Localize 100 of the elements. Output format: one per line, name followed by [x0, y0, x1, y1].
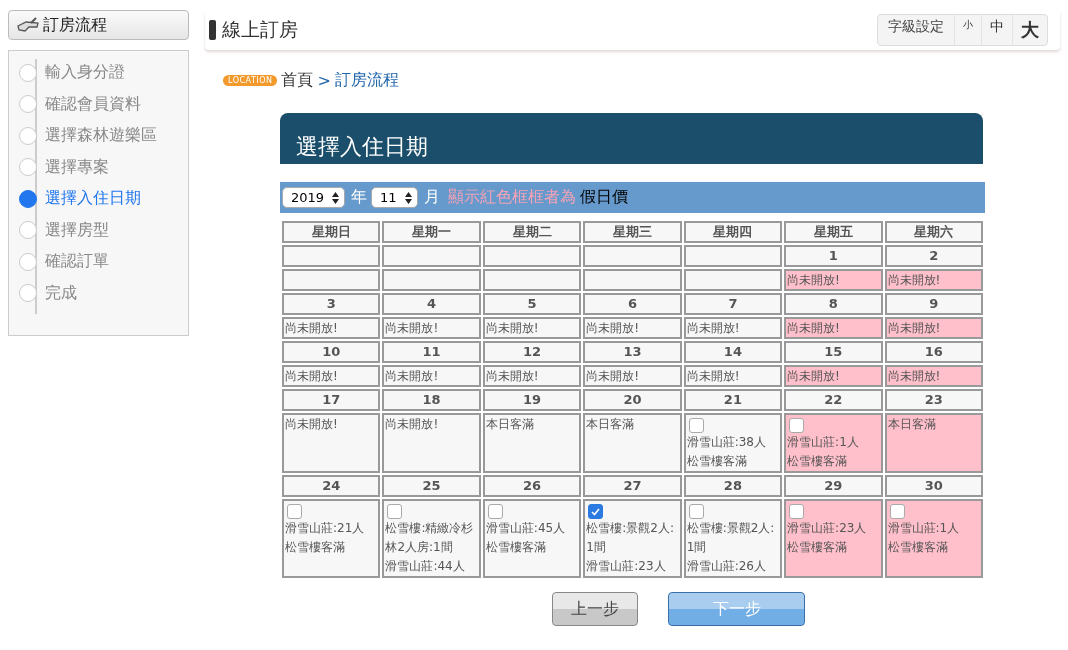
- date-checkbox[interactable]: [487, 504, 503, 519]
- date-cell: 17: [282, 389, 381, 411]
- checkmark-icon: [591, 507, 601, 516]
- availability-text: 滑雪山莊:44人: [385, 558, 466, 575]
- day-cell: 尚未開放!: [382, 413, 481, 473]
- date-cell: 26: [482, 475, 582, 497]
- date-checkbox[interactable]: [287, 504, 302, 519]
- date-cell: 19: [482, 389, 582, 411]
- day-cell: 尚未開放!: [282, 317, 381, 339]
- breadcrumb-separator: >: [317, 71, 331, 90]
- date-cell: 15: [784, 341, 883, 363]
- day-cell: 本日客滿: [884, 413, 983, 473]
- day-cell: 本日客滿: [482, 413, 582, 473]
- step-link[interactable]: 確認訂單: [45, 251, 109, 273]
- month-select[interactable]: 11: [371, 187, 418, 208]
- date-checkbox[interactable]: [789, 418, 805, 433]
- breadcrumb-link[interactable]: 首頁: [281, 70, 314, 91]
- panel-title: 選擇入住日期: [280, 113, 983, 164]
- date-cell: 9: [884, 293, 983, 315]
- step-link[interactable]: 選擇專案: [45, 156, 109, 178]
- step-link[interactable]: 選擇森林遊樂區: [45, 125, 157, 147]
- month-label: 月: [423, 187, 440, 208]
- availability-text: 滑雪山莊:38人: [686, 434, 767, 451]
- availability-text: 松雪樓:景觀2人:1間: [686, 520, 776, 556]
- date-cell: 29: [784, 475, 883, 497]
- sidebar-title: 訂房流程: [43, 14, 107, 36]
- date-cell: 1: [784, 245, 883, 267]
- date-cell: 28: [683, 475, 783, 497]
- page-title: 線上訂房: [222, 17, 298, 42]
- date-cell: 6: [583, 293, 682, 315]
- date-cell: 16: [884, 341, 983, 363]
- date-checkbox[interactable]: [588, 504, 604, 519]
- breadcrumb-link[interactable]: 訂房流程: [334, 70, 399, 91]
- year-select[interactable]: 2019: [282, 187, 346, 208]
- year-label: 年: [351, 187, 368, 208]
- day-cell: 尚未開放!: [583, 365, 682, 387]
- weekday-header: 星期三: [583, 221, 682, 243]
- weekday-header: 星期四: [683, 221, 783, 243]
- location-badge: LOCATION: [223, 75, 278, 86]
- date-checkbox[interactable]: [889, 504, 905, 519]
- date-checkbox[interactable]: [688, 418, 704, 433]
- date-cell: 12: [482, 341, 582, 363]
- step-link[interactable]: 選擇房型: [45, 219, 109, 241]
- weekday-header: 星期六: [884, 221, 983, 243]
- title-bar-icon: [209, 20, 216, 40]
- date-cell: 25: [382, 475, 481, 497]
- date-cell: 14: [683, 341, 783, 363]
- step-link[interactable]: 選擇入住日期: [45, 188, 141, 210]
- date-cell: 3: [282, 293, 381, 315]
- date-cell: 21: [683, 389, 783, 411]
- date-cell: 13: [583, 341, 682, 363]
- day-cell: 尚未開放!: [784, 365, 883, 387]
- step-link[interactable]: 輸入身分證: [45, 62, 125, 84]
- availability-text: 松雪樓客滿: [285, 539, 346, 556]
- date-cell: 5: [482, 293, 582, 315]
- availability-text: 松雪樓客滿: [485, 539, 547, 556]
- day-cell: 尚未開放!: [784, 317, 883, 339]
- date-cell: 11: [382, 341, 481, 363]
- availability-text: 滑雪山莊:23人: [586, 558, 667, 575]
- step-link[interactable]: 完成: [45, 282, 77, 304]
- font-size-button[interactable]: 中: [981, 15, 1012, 45]
- day-cell: 尚未開放!: [884, 365, 983, 387]
- weekday-header: 星期日: [282, 221, 381, 243]
- date-cell: 2: [884, 245, 983, 267]
- date-cell: 22: [784, 389, 883, 411]
- font-size-button[interactable]: 大: [1012, 15, 1047, 45]
- day-cell: 本日客滿: [583, 413, 682, 473]
- availability-text: 滑雪山莊:1人: [887, 520, 961, 537]
- updown-arrows-icon: [332, 191, 340, 204]
- day-cell: 尚未開放!: [382, 365, 481, 387]
- date-cell: 20: [583, 389, 682, 411]
- day-cell: 尚未開放!: [683, 317, 783, 339]
- day-cell: 尚未開放!: [583, 317, 682, 339]
- date-cell: 18: [382, 389, 481, 411]
- date-checkbox[interactable]: [387, 504, 403, 519]
- weekday-header: 星期五: [784, 221, 883, 243]
- availability-text: 松雪樓:景觀2人:1間: [586, 520, 675, 556]
- availability-text: 松雪樓客滿: [787, 539, 849, 556]
- date-cell: 23: [884, 389, 983, 411]
- day-cell: 尚未開放!: [482, 317, 582, 339]
- date-checkbox[interactable]: [789, 504, 805, 519]
- availability-text: 滑雪山莊:1人: [787, 434, 860, 451]
- availability-text: 松雪樓客滿: [686, 453, 748, 470]
- day-cell: 尚未開放!: [884, 269, 983, 291]
- weekday-header: 星期二: [482, 221, 582, 243]
- day-cell: 尚未開放!: [482, 365, 582, 387]
- date-cell: 7: [683, 293, 783, 315]
- date-checkbox[interactable]: [688, 504, 704, 519]
- weekday-header: 星期一: [382, 221, 481, 243]
- availability-text: 松雪樓客滿: [887, 539, 949, 556]
- step-link[interactable]: 確認會員資料: [45, 93, 141, 115]
- day-cell: 尚未開放!: [683, 365, 783, 387]
- date-cell: 24: [282, 475, 381, 497]
- font-size-button[interactable]: 小: [954, 15, 981, 45]
- day-cell: 尚未開放!: [884, 317, 983, 339]
- day-cell: 尚未開放!: [382, 317, 481, 339]
- previous-step-button[interactable]: 上一步: [552, 592, 638, 626]
- holiday-legend-term: 假日價: [579, 187, 628, 208]
- day-cell: 尚未開放!: [282, 365, 381, 387]
- date-cell: 27: [583, 475, 682, 497]
